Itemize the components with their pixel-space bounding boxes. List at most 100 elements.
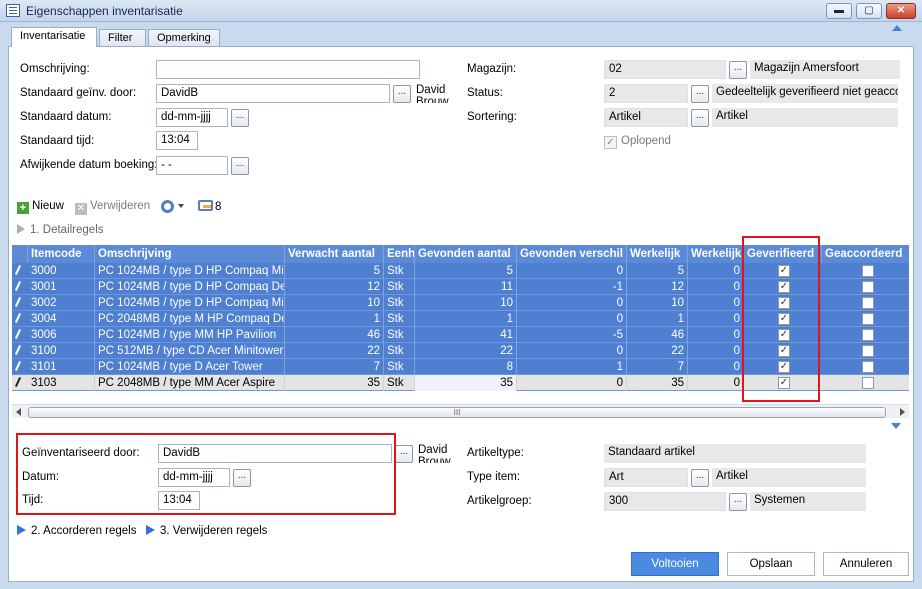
delete-button[interactable]: ✕ Verwijderen	[75, 200, 150, 215]
close-button[interactable]: ✕	[886, 3, 916, 19]
cell-werkelijk-2[interactable]: 0	[688, 311, 744, 327]
cell-werkelijk-1[interactable]: 5	[627, 263, 688, 279]
cell-eenheid[interactable]: Stk	[384, 279, 415, 295]
geaccordeerd-checkbox[interactable]	[862, 265, 874, 277]
geaccordeerd-checkbox[interactable]	[862, 361, 874, 373]
column-werkelijk-1[interactable]: Werkelijk	[627, 245, 688, 263]
cell-itemcode[interactable]: 3001	[28, 279, 95, 295]
cell-gevonden-verschil[interactable]: 0	[517, 311, 627, 327]
status-lookup-button[interactable]: ...	[691, 85, 709, 103]
collapse-up-icon[interactable]	[892, 25, 902, 31]
cell-gevonden-verschil[interactable]: 0	[517, 295, 627, 311]
standaard-tijd-input[interactable]: 13:04	[156, 131, 198, 150]
options-dropdown[interactable]	[161, 200, 184, 213]
cell-eenheid[interactable]: Stk	[384, 343, 415, 359]
cell-omschrijving[interactable]: PC 1024MB / type MM HP Pavilion	[95, 327, 285, 343]
cell-itemcode[interactable]: 3100	[28, 343, 95, 359]
cell-verwacht-aantal[interactable]: 46	[285, 327, 384, 343]
cell-omschrijving[interactable]: PC 1024MB / type D HP Compaq Mini	[95, 295, 285, 311]
standaard-geinv-door-input[interactable]: DavidB	[156, 84, 390, 103]
cell-verwacht-aantal[interactable]: 35	[285, 375, 384, 391]
oplopend-checkbox[interactable]: ✓	[604, 136, 617, 149]
status-input[interactable]: 2	[604, 84, 688, 103]
voltooien-button[interactable]: Voltooien	[631, 552, 719, 576]
geaccordeerd-checkbox[interactable]	[862, 313, 874, 325]
magazijn-lookup-button[interactable]: ...	[729, 61, 747, 79]
cell-werkelijk-2[interactable]: 0	[688, 279, 744, 295]
omschrijving-input[interactable]	[156, 60, 420, 79]
cell-gevonden-verschil[interactable]: 0	[517, 263, 627, 279]
column-itemcode[interactable]: Itemcode	[28, 245, 95, 263]
cell-werkelijk-2[interactable]: 0	[688, 359, 744, 375]
standaard-datum-input[interactable]: dd-mm-jjjj	[156, 108, 228, 127]
column-verwacht-aantal[interactable]: Verwacht aantal	[285, 245, 384, 263]
geaccordeerd-checkbox[interactable]	[862, 377, 874, 389]
cell-gevonden-verschil[interactable]: 1	[517, 359, 627, 375]
cell-omschrijving[interactable]: PC 2048MB / type MM Acer Aspire	[95, 375, 285, 391]
cell-eenheid[interactable]: Stk	[384, 327, 415, 343]
maximize-button[interactable]: ▢	[856, 3, 882, 19]
geinventariseerd-door-lookup-button[interactable]: ...	[395, 445, 413, 463]
step-accorderen-regels[interactable]: 2. Accorderen regels	[17, 525, 136, 537]
new-button[interactable]: + Nieuw	[17, 200, 64, 214]
sortering-lookup-button[interactable]: ...	[691, 109, 709, 127]
column-eenheid[interactable]: Eenh	[384, 245, 415, 263]
sortering-input[interactable]: Artikel	[604, 108, 688, 127]
cell-eenheid[interactable]: Stk	[384, 263, 415, 279]
cell-gevonden-aantal[interactable]: 11	[415, 279, 517, 295]
tab-opmerking[interactable]: Opmerking	[148, 29, 220, 46]
column-geaccordeerd[interactable]: Geaccordeerd	[822, 245, 909, 263]
type-item-lookup-button[interactable]: ...	[691, 469, 709, 487]
scroll-left-icon[interactable]	[16, 408, 21, 416]
cell-itemcode[interactable]: 3103	[28, 375, 95, 391]
cell-verwacht-aantal[interactable]: 7	[285, 359, 384, 375]
cell-werkelijk-1[interactable]: 12	[627, 279, 688, 295]
cell-eenheid[interactable]: Stk	[384, 295, 415, 311]
step-detailregels[interactable]: 1. Detailregels	[17, 224, 104, 236]
filter-button[interactable]: 8	[198, 200, 221, 213]
cell-verwacht-aantal[interactable]: 5	[285, 263, 384, 279]
cell-itemcode[interactable]: 3101	[28, 359, 95, 375]
cell-omschrijving[interactable]: PC 1024MB / type D Acer Tower	[95, 359, 285, 375]
geaccordeerd-checkbox[interactable]	[862, 345, 874, 357]
cell-werkelijk-2[interactable]: 0	[688, 327, 744, 343]
cell-gevonden-aantal[interactable]: 41	[415, 327, 517, 343]
cell-gevonden-aantal[interactable]: 10	[415, 295, 517, 311]
cell-gevonden-verschil[interactable]: 0	[517, 343, 627, 359]
cell-omschrijving[interactable]: PC 512MB / type CD Acer Minitower	[95, 343, 285, 359]
tab-inventarisatie[interactable]: Inventarisatie	[11, 27, 97, 47]
cell-gevonden-aantal[interactable]: 1	[415, 311, 517, 327]
horizontal-scrollbar[interactable]: III	[12, 404, 909, 418]
artikelgroep-input[interactable]: 300	[604, 492, 726, 511]
cell-verwacht-aantal[interactable]: 22	[285, 343, 384, 359]
cell-gevonden-verschil[interactable]: -1	[517, 279, 627, 295]
afwijkende-datum-input[interactable]: - -	[156, 156, 228, 175]
minimize-button[interactable]: ▬	[826, 3, 852, 19]
cell-werkelijk-2[interactable]: 0	[688, 343, 744, 359]
cell-verwacht-aantal[interactable]: 10	[285, 295, 384, 311]
cell-gevonden-aantal[interactable]: 22	[415, 343, 517, 359]
cell-werkelijk-1[interactable]: 22	[627, 343, 688, 359]
cell-gevonden-verschil[interactable]: -5	[517, 327, 627, 343]
cell-eenheid[interactable]: Stk	[384, 375, 415, 391]
collapse-down-icon[interactable]	[891, 423, 901, 429]
geaccordeerd-checkbox[interactable]	[862, 329, 874, 341]
cell-gevonden-verschil[interactable]: 0	[517, 375, 627, 391]
step-verwijderen-regels[interactable]: 3. Verwijderen regels	[146, 525, 267, 537]
artikelgroep-lookup-button[interactable]: ...	[729, 493, 747, 511]
geaccordeerd-checkbox[interactable]	[862, 281, 874, 293]
annuleren-button[interactable]: Annuleren	[823, 552, 909, 576]
cell-werkelijk-1[interactable]: 7	[627, 359, 688, 375]
cell-gevonden-aantal[interactable]: 5	[415, 263, 517, 279]
cell-verwacht-aantal[interactable]: 12	[285, 279, 384, 295]
scroll-right-icon[interactable]	[900, 408, 905, 416]
cell-itemcode[interactable]: 3004	[28, 311, 95, 327]
column-werkelijk-2[interactable]: Werkelijk	[688, 245, 744, 263]
column-gevonden-aantal[interactable]: Gevonden aantal	[415, 245, 517, 263]
scrollbar-thumb[interactable]: III	[28, 407, 886, 418]
cell-omschrijving[interactable]: PC 2048MB / type M HP Compaq Des	[95, 311, 285, 327]
cell-omschrijving[interactable]: PC 1024MB / type D HP Compaq Micr	[95, 263, 285, 279]
geaccordeerd-checkbox[interactable]	[862, 297, 874, 309]
standaard-geinv-door-lookup-button[interactable]: ...	[393, 85, 411, 103]
cell-gevonden-aantal[interactable]: 35	[415, 375, 517, 391]
